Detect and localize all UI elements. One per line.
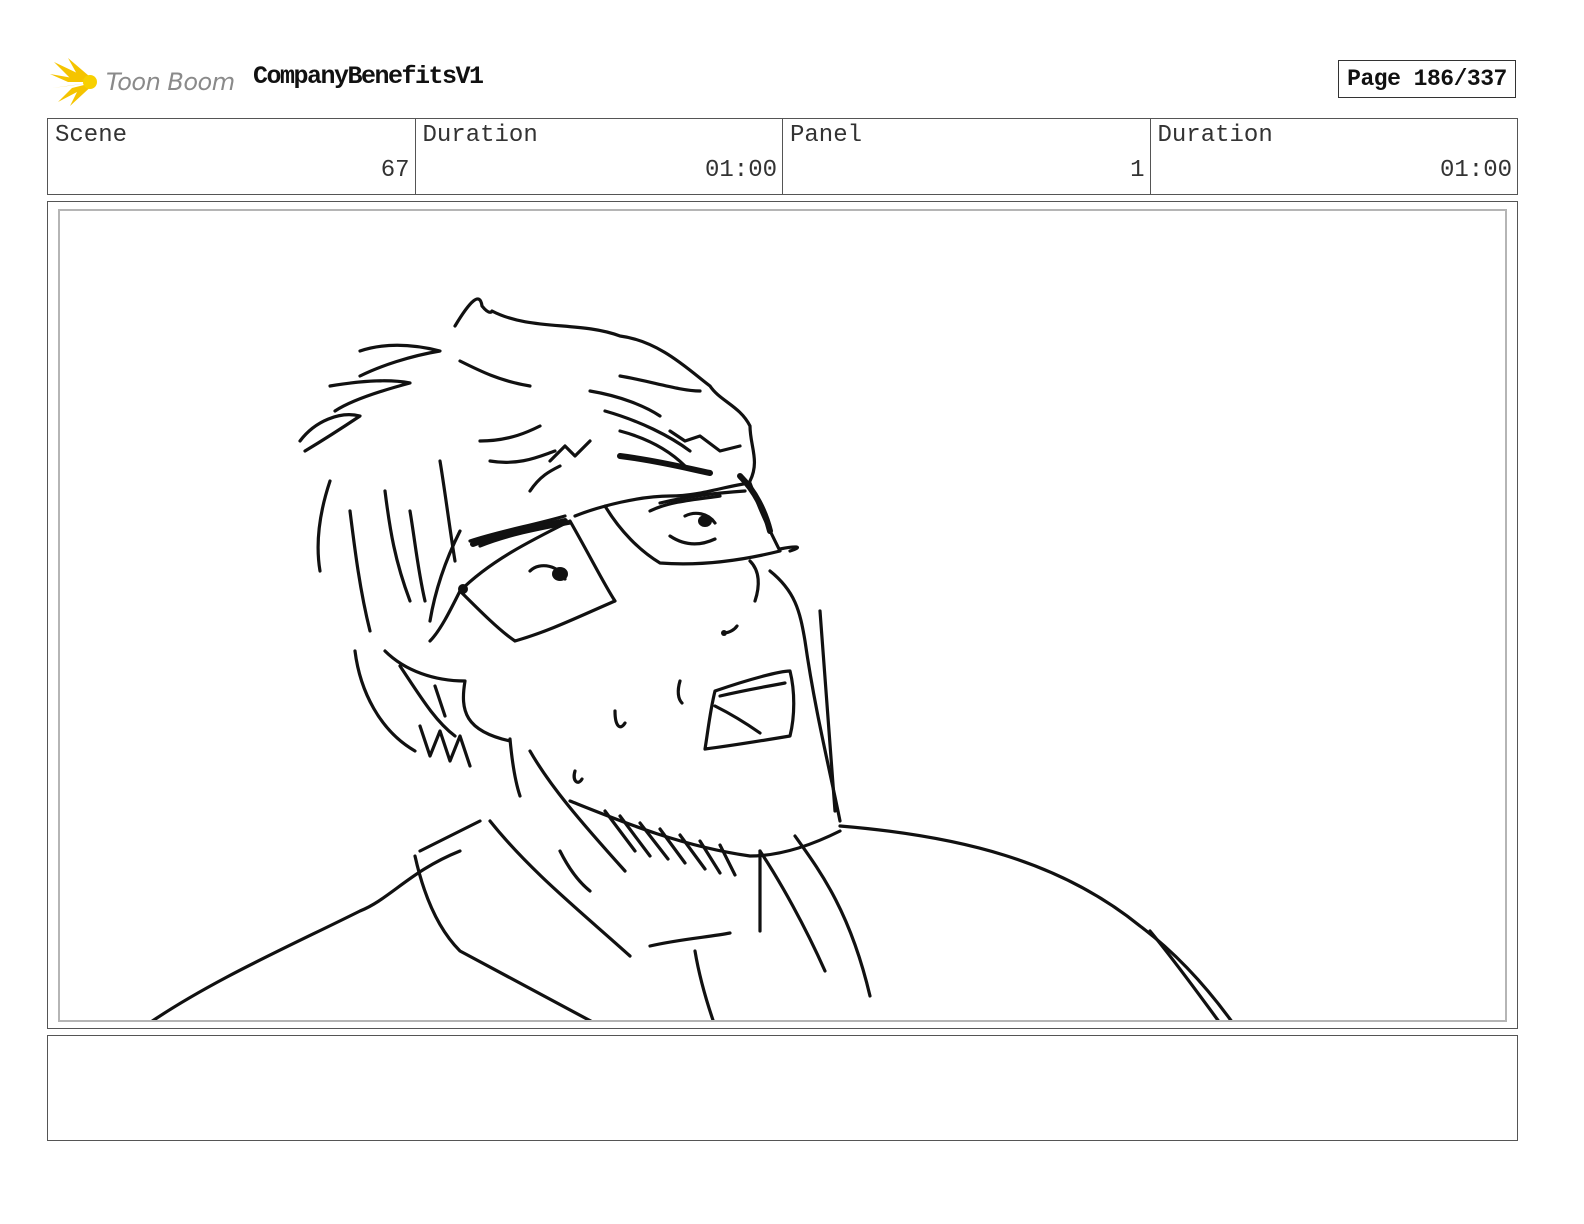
storyboard-panel <box>47 201 1518 1029</box>
panel-value: 1 <box>1130 157 1145 184</box>
scene-duration-cell: Duration 01:00 <box>416 119 783 194</box>
page-indicator: Page 186/337 <box>1338 60 1516 98</box>
scene-duration-value: 01:00 <box>704 157 777 184</box>
panel-duration-cell: Duration 01:00 <box>1151 119 1518 194</box>
panel-duration-value: 01:00 <box>1439 157 1512 184</box>
project-title: CompanyBenefitsV1 <box>253 62 484 91</box>
panel-label: Panel <box>790 122 863 149</box>
scene-value: 67 <box>380 157 410 184</box>
sketch-character-with-glasses-icon <box>151 297 1233 1020</box>
scene-label: Scene <box>55 122 128 149</box>
scene-info-table: Scene 67 Duration 01:00 Panel 1 Duration… <box>47 118 1518 195</box>
panel-cell: Panel 1 <box>783 119 1151 194</box>
notes-box <box>47 1035 1518 1141</box>
panel-duration-label: Duration <box>1157 122 1273 149</box>
toon-boom-logo: Toon Boom <box>50 54 240 110</box>
scene-duration-label: Duration <box>422 122 538 149</box>
panel-drawing-area <box>58 209 1507 1022</box>
scene-cell: Scene 67 <box>48 119 416 194</box>
logo-text: Toon Boom <box>106 68 235 96</box>
starburst-icon <box>50 58 97 106</box>
